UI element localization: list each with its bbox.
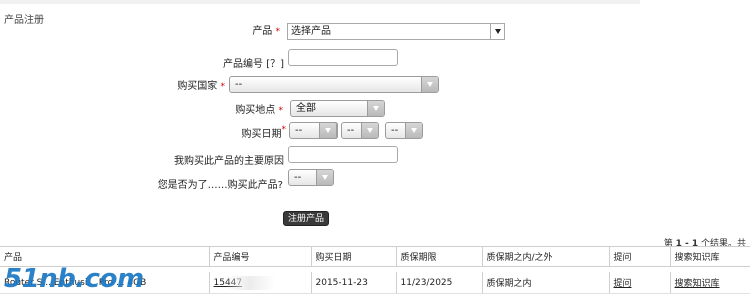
reason-input[interactable] <box>288 146 398 163</box>
date-month-value: -- <box>295 125 303 136</box>
purpose-select-value: -- <box>294 172 302 183</box>
chevron-down-icon[interactable] <box>361 123 378 138</box>
results-table: 产品 产品编号 购买日期 质保期限 质保期之内/之外 提问 搜索知识库 Rout… <box>0 246 750 294</box>
reason-label: 我购买此产品的主要原因 <box>174 156 284 167</box>
ask-link[interactable]: 提问 <box>614 279 632 289</box>
search-kb-link[interactable]: 搜索知识库 <box>675 279 720 289</box>
date-day-value: -- <box>347 125 355 136</box>
product-select-value: 选择产品 <box>291 26 331 37</box>
cell-kb[interactable]: 搜索知识库 <box>669 272 750 294</box>
date-year-value: -- <box>391 125 399 136</box>
column-header-product: 产品 <box>0 246 209 267</box>
cell-purchase-date: 2015-11-23 <box>310 272 396 294</box>
blur-overlay <box>225 276 275 290</box>
cell-warranty-until: 11/23/2025 <box>395 272 482 294</box>
date-label: 购买日期* <box>242 125 287 140</box>
country-select[interactable]: -- <box>229 76 439 93</box>
chevron-down-icon[interactable] <box>316 170 333 185</box>
country-label: 购买国家 * <box>177 77 225 92</box>
date-label-text: 购买日期 <box>241 129 282 140</box>
page-title: 产品注册 <box>4 15 44 26</box>
chevron-down-icon[interactable] <box>367 101 384 116</box>
location-select-value: 全部 <box>296 103 316 114</box>
column-header-purchase-date: 购买日期 <box>310 246 396 267</box>
product-number-input[interactable] <box>288 49 398 66</box>
country-select-value: -- <box>235 79 243 90</box>
purpose-label: 您是否为了……购买此产品? <box>157 180 283 191</box>
date-year-select[interactable]: -- <box>385 122 423 139</box>
product-label: 产品 * <box>252 22 280 37</box>
product-number-label: 产品编号 [？] <box>223 59 284 70</box>
date-month-select[interactable]: -- <box>289 122 337 139</box>
cell-ask[interactable]: 提问 <box>608 272 670 294</box>
location-select[interactable]: 全部 <box>290 100 385 117</box>
date-day-select[interactable]: -- <box>341 122 379 139</box>
column-header-warranty-until: 质保期限 <box>395 246 482 267</box>
register-product-button[interactable]: 注册产品 <box>283 211 330 226</box>
country-label-text: 购买国家 <box>177 81 218 92</box>
top-divider <box>0 0 640 4</box>
required-mark: * <box>281 125 287 135</box>
product-select[interactable]: 选择产品 <box>287 23 505 40</box>
product-label-text: 产品 <box>252 26 273 37</box>
column-header-kb: 搜索知识库 <box>669 246 750 267</box>
column-header-ask: 提问 <box>608 246 670 267</box>
cell-product: Router S... Enthusi... Pro ... 4GB <box>0 272 209 294</box>
chevron-down-icon[interactable] <box>421 77 438 92</box>
required-mark: * <box>220 82 226 92</box>
chevron-down-icon[interactable] <box>405 123 422 138</box>
required-mark: * <box>278 106 284 116</box>
table-row: Router S... Enthusi... Pro ... 4GB 15447… <box>0 272 750 294</box>
chevron-down-icon[interactable] <box>490 24 504 39</box>
column-header-warranty-status: 质保期之内/之外 <box>481 246 609 267</box>
chevron-down-icon[interactable] <box>319 123 336 138</box>
column-header-number: 产品编号 <box>208 246 311 267</box>
required-mark: * <box>275 27 281 37</box>
location-label: 购买地点 * <box>235 101 283 116</box>
table-header-row: 产品 产品编号 购买日期 质保期限 质保期之内/之外 提问 搜索知识库 <box>0 246 750 267</box>
cell-warranty-status: 质保期之内 <box>481 272 609 294</box>
purpose-select[interactable]: -- <box>288 169 334 186</box>
location-label-text: 购买地点 <box>235 105 276 116</box>
